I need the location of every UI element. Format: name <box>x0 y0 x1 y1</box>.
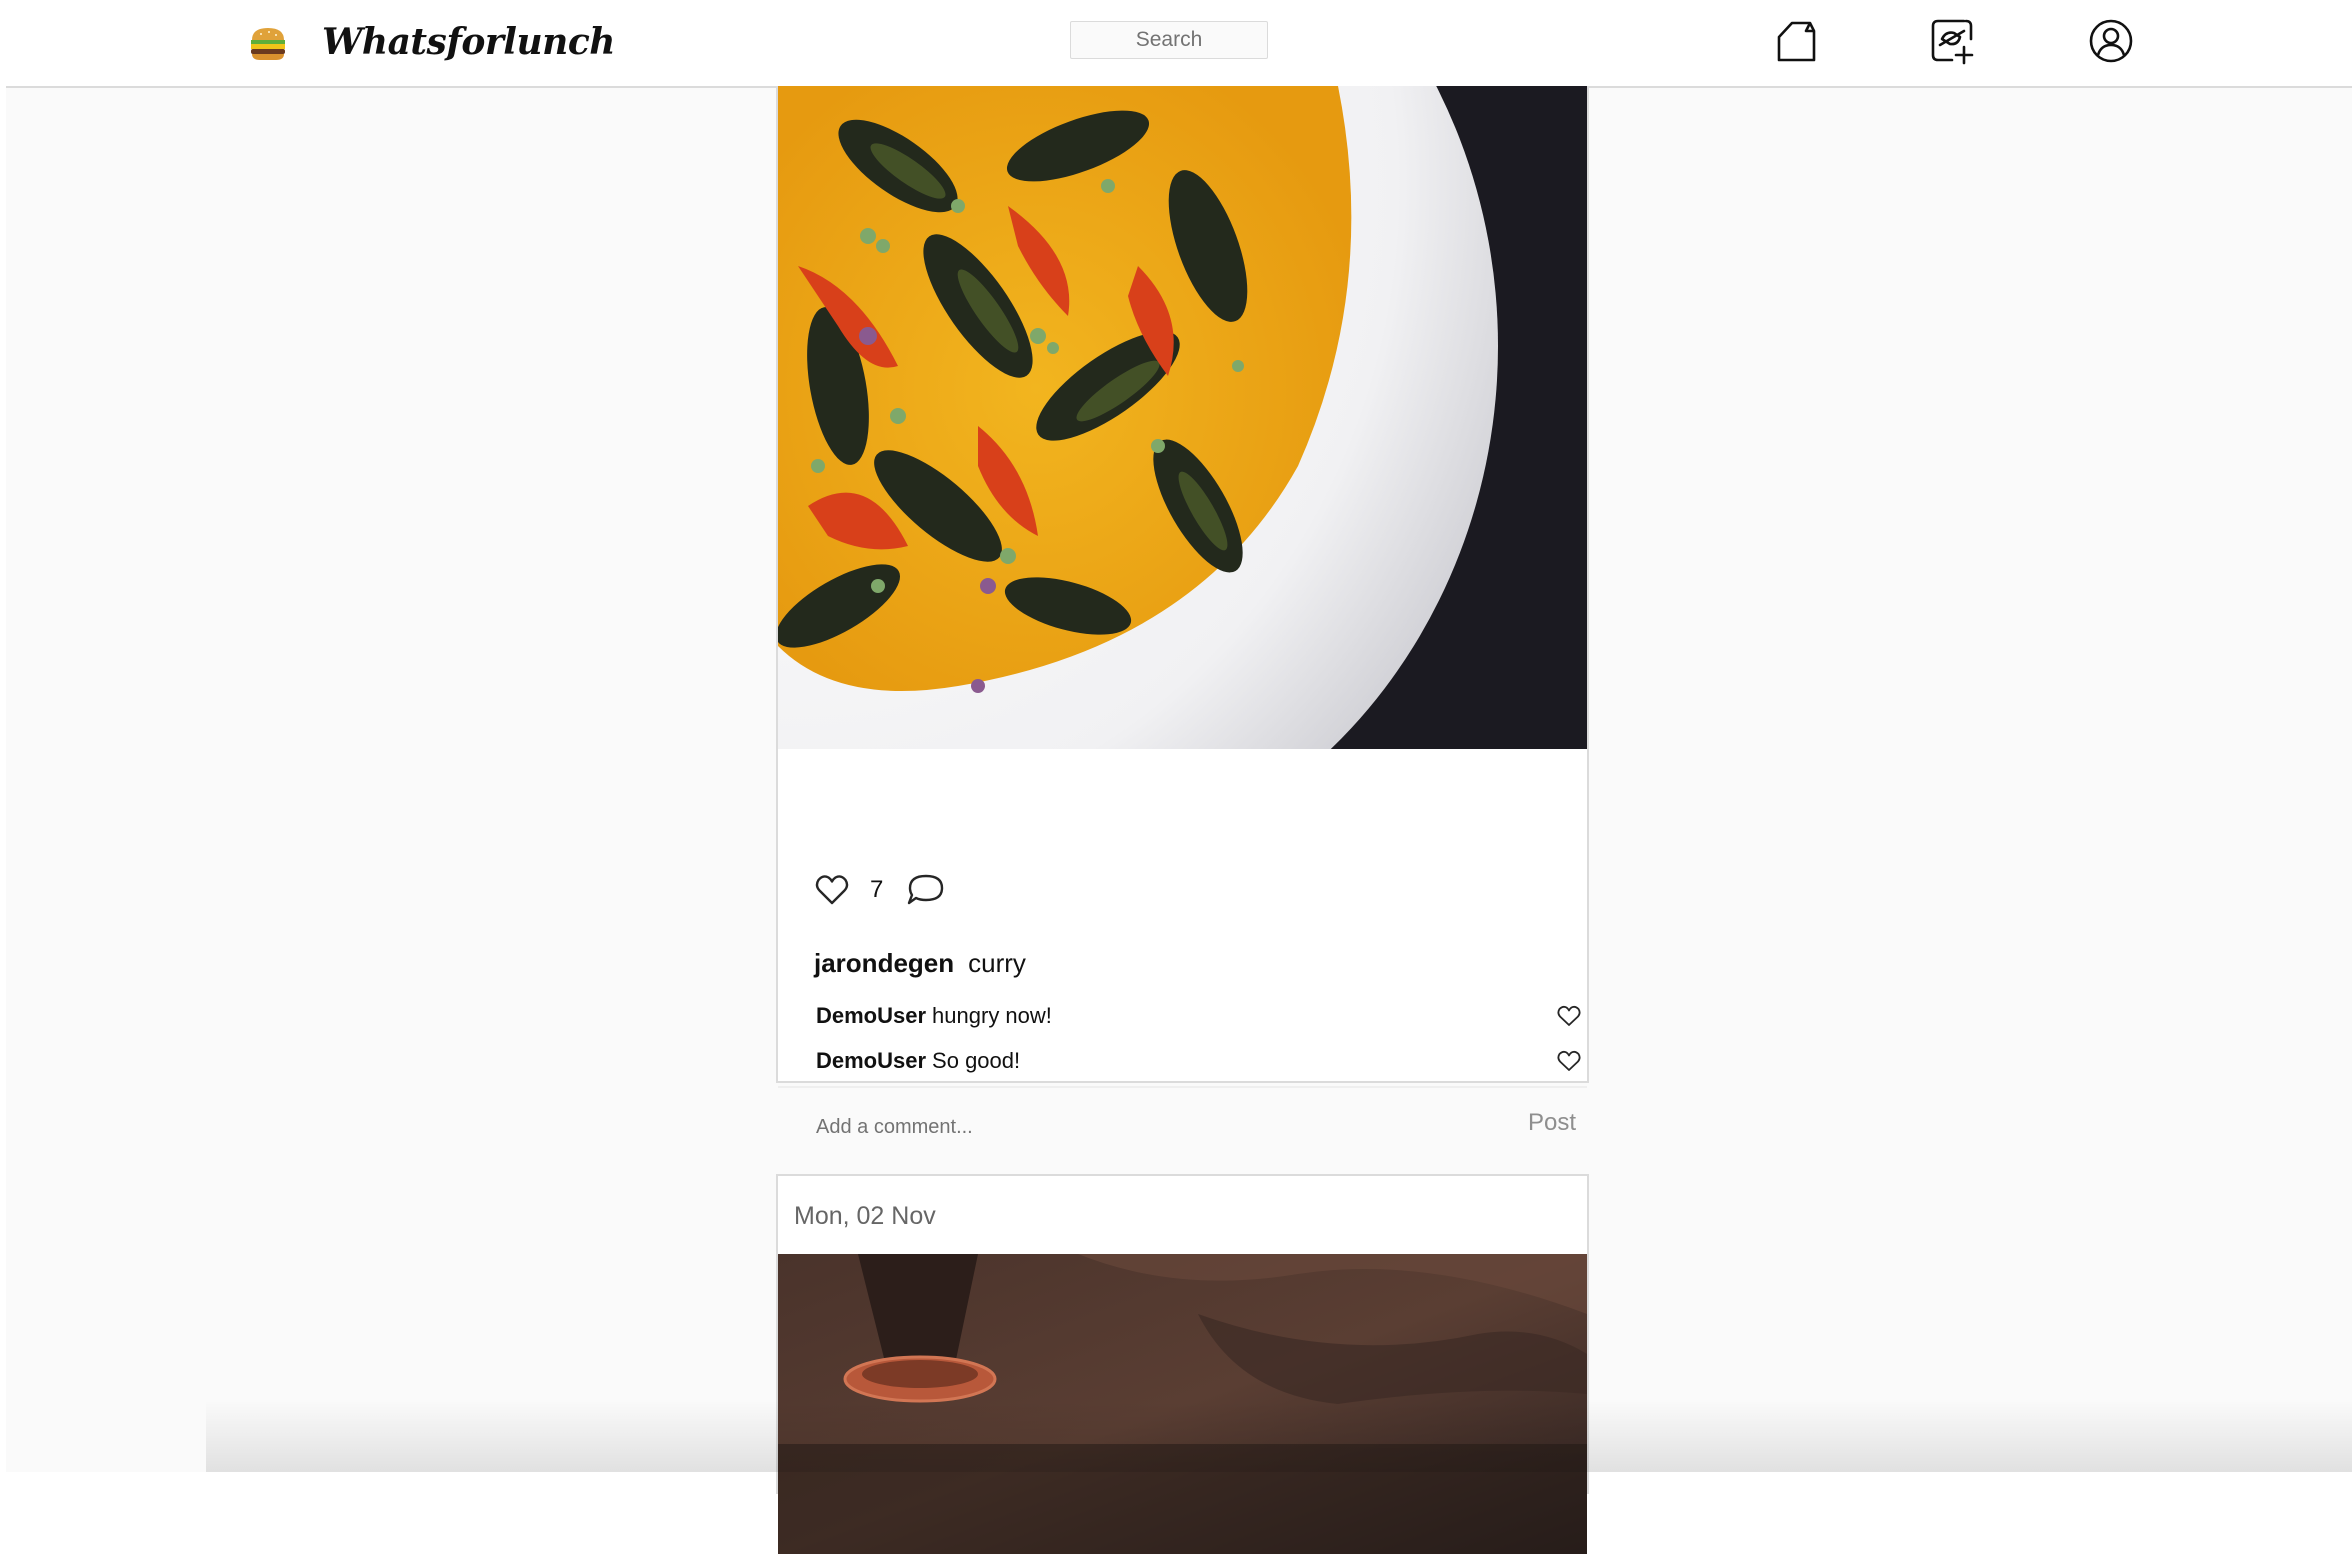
burger-icon[interactable] <box>246 24 290 64</box>
heart-icon[interactable] <box>814 872 850 908</box>
post-actions: 7 <box>814 872 1554 916</box>
app-frame: Whatsforlunch Search 7 jarondegen curry … <box>6 0 2352 1554</box>
food-photo-mussels <box>778 86 1587 749</box>
comment-heart-icon[interactable] <box>1556 1049 1582 1073</box>
like-count: 7 <box>870 876 884 903</box>
comment-item: DemoUser hungry now! <box>816 1003 1052 1029</box>
search-input[interactable] <box>1070 21 1268 59</box>
comment-user[interactable]: DemoUser <box>816 1048 926 1073</box>
profile-icon[interactable] <box>2087 17 2135 65</box>
home-icon[interactable] <box>1772 17 1820 65</box>
top-navbar: Whatsforlunch <box>6 0 2352 88</box>
post-comment-button[interactable]: Post <box>1528 1109 1576 1137</box>
post-caption: jarondegen curry <box>814 948 1026 979</box>
comment-heart-icon[interactable] <box>1556 1004 1582 1028</box>
food-photo <box>778 1254 1587 1554</box>
post-card: 7 jarondegen curry DemoUser hungry now! De… <box>776 86 1589 1146</box>
comment-icon[interactable] <box>906 872 946 908</box>
brand-logo-text[interactable]: Whatsforlunch <box>322 14 615 70</box>
comment-text: So good! <box>932 1048 1021 1073</box>
comment-item: DemoUser So good! <box>816 1048 1020 1074</box>
post-author[interactable]: jarondegen <box>814 948 954 978</box>
post-photo[interactable] <box>778 1254 1587 1554</box>
post-card: Mon, 02 Nov <box>776 1174 1589 1554</box>
comment-text: hungry now! <box>932 1003 1052 1028</box>
post-photo[interactable] <box>778 86 1587 749</box>
divider <box>778 1086 1587 1088</box>
caption-text: curry <box>968 948 1026 978</box>
comment-user[interactable]: DemoUser <box>816 1003 926 1028</box>
new-post-icon[interactable] <box>1928 17 1976 65</box>
post-date: Mon, 02 Nov <box>794 1202 936 1230</box>
add-comment-input[interactable] <box>814 1108 1498 1146</box>
